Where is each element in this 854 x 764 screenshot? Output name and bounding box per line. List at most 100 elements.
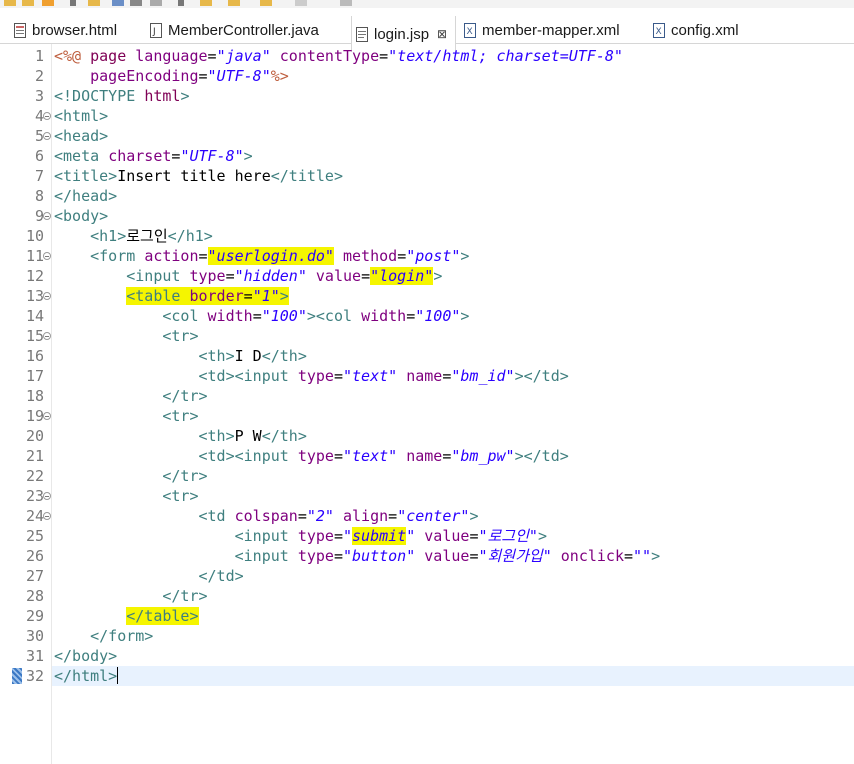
code-token: 로그인 [126, 227, 168, 245]
code-token: page [90, 47, 127, 65]
code-token: > [433, 267, 443, 285]
code-token: = [397, 247, 407, 265]
code-token: > [460, 307, 470, 325]
main-toolbar [0, 0, 854, 8]
fold-toggle-icon[interactable] [43, 412, 51, 420]
line-number: 19 [25, 407, 44, 425]
code-token: <th> [198, 427, 235, 445]
chevron-down-icon[interactable] [178, 0, 184, 6]
code-token: "2" [306, 507, 334, 525]
line-number: 31 [25, 647, 44, 665]
clipboard-icon[interactable] [150, 0, 162, 6]
code-token: <meta [54, 147, 109, 165]
code-line: <th>I D</th> [54, 346, 307, 366]
code-token: P W [234, 427, 262, 445]
forward-arrow-icon[interactable] [295, 0, 307, 6]
tab-label: MemberController.java [168, 21, 319, 39]
code-token: = [198, 247, 208, 265]
fold-toggle-icon[interactable] [43, 512, 51, 520]
code-line: <html> [54, 106, 108, 126]
java-file-icon: J [150, 22, 162, 38]
line-number: 15 [25, 327, 44, 345]
code-token: " [406, 527, 416, 545]
globe-icon[interactable] [112, 0, 124, 6]
code-token: = [333, 547, 343, 565]
code-token: </tr> [162, 387, 208, 405]
tab-member-mapper-xml[interactable]: X member-mapper.xml [464, 16, 620, 44]
code-line: <input type="submit" value="로그인"> [54, 526, 547, 546]
code-token: <%@ [54, 47, 91, 65]
close-icon[interactable]: ⊠ [437, 27, 447, 41]
page-icon[interactable] [340, 0, 352, 6]
line-number: 11 [25, 247, 44, 265]
line-number: 29 [25, 607, 44, 625]
fold-toggle-icon[interactable] [43, 212, 51, 220]
open-folder-icon[interactable] [4, 0, 16, 6]
code-token: %> [270, 67, 289, 85]
open-folder-icon[interactable] [22, 0, 34, 6]
fold-toggle-icon[interactable] [43, 332, 51, 340]
code-line: <td><input type="text" name="bm_id"></td… [54, 366, 569, 386]
line-number: 32 [25, 667, 44, 685]
code-token: = [623, 547, 634, 565]
code-token: <td><input [198, 367, 298, 385]
line-number: 30 [25, 627, 44, 645]
wand-icon[interactable] [42, 0, 54, 6]
back-arrow-icon[interactable] [228, 0, 240, 6]
fold-toggle-icon[interactable] [43, 292, 51, 300]
html-file-icon [14, 22, 26, 38]
code-token: "java" [216, 47, 271, 65]
fold-toggle-icon[interactable] [43, 132, 51, 140]
code-line: <meta charset="UTF-8"> [54, 146, 253, 166]
code-line: </td> [54, 566, 244, 586]
code-token: > [180, 87, 190, 105]
line-number: 3 [34, 87, 44, 105]
xml-file-icon: X [464, 22, 476, 38]
code-token: <td><input [198, 447, 298, 465]
code-token: = [333, 447, 343, 465]
code-token: <!DOCTYPE [54, 87, 145, 105]
code-token: "hidden" [234, 267, 307, 285]
line-number: 22 [25, 467, 44, 485]
code-line: <tr> [54, 486, 198, 506]
code-token: = [406, 307, 416, 325]
code-token: </head> [54, 187, 118, 205]
tab-membercontroller-java[interactable]: J MemberController.java [150, 16, 319, 44]
code-token: <input [234, 547, 298, 565]
line-number: 27 [25, 567, 44, 585]
fold-toggle-icon[interactable] [43, 112, 51, 120]
chevron-down-icon[interactable] [70, 0, 76, 6]
code-line: <body> [54, 206, 108, 226]
text-cursor [117, 667, 119, 684]
back-arrow-icon[interactable] [260, 0, 272, 6]
jsp-file-icon [356, 26, 368, 42]
code-token: " [343, 527, 353, 545]
code-line: <input type="button" value="회원가입" onclic… [54, 546, 660, 566]
folder-icon[interactable] [88, 0, 100, 6]
code-line: </table> [54, 606, 199, 626]
code-line: </head> [54, 186, 117, 206]
search-icon[interactable] [130, 0, 142, 6]
line-number: 20 [25, 427, 44, 445]
pin-icon[interactable] [200, 0, 212, 6]
line-number: 24 [25, 507, 44, 525]
tab-config-xml[interactable]: X config.xml [653, 16, 739, 44]
tab-browser-html[interactable]: browser.html [14, 16, 117, 44]
fold-toggle-icon[interactable] [43, 252, 51, 260]
line-number: 18 [25, 387, 44, 405]
code-line: <h1>로그인</h1> [54, 226, 213, 246]
code-line: pageEncoding="UTF-8"%> [54, 66, 289, 86]
fold-toggle-icon[interactable] [43, 492, 51, 500]
code-token: <table [126, 287, 190, 305]
code-line: </html> [54, 666, 119, 686]
line-number: 10 [25, 227, 44, 245]
